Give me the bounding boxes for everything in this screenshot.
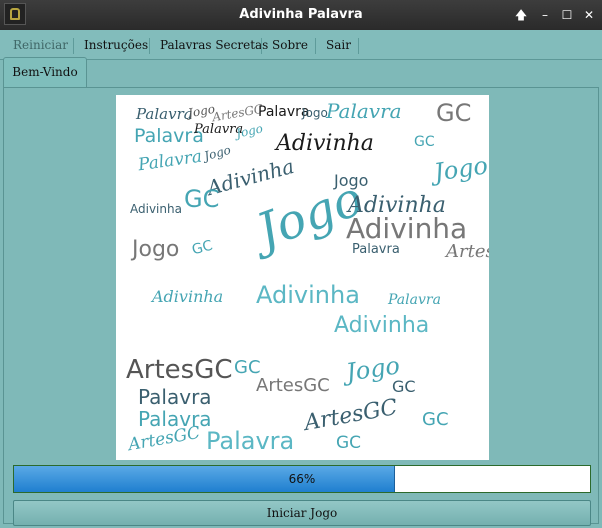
menu-reiniciar[interactable]: Reiniciar <box>13 38 68 52</box>
progress-label: 66% <box>288 472 316 486</box>
close-button[interactable]: ✕ <box>580 6 598 24</box>
word-cloud-word: ArtesGC <box>211 101 265 125</box>
progress-bar: 66% <box>13 465 591 493</box>
word-cloud-image: Palavra Jogo ArtesGC Palavra Jogo Palavra GC Pa… <box>116 95 489 460</box>
menu-separator <box>261 38 262 54</box>
word-cloud-word: GC <box>414 134 435 150</box>
menu-instrucoes[interactable]: Instruções <box>84 38 148 52</box>
word-cloud-word: Adivinha <box>130 202 182 216</box>
maximize-button[interactable]: ☐ <box>558 6 576 24</box>
word-cloud-word: GC <box>422 409 449 430</box>
word-cloud-word: Adivinha <box>334 313 430 338</box>
menu-separator <box>149 38 150 54</box>
word-cloud-word: Jogo <box>302 106 328 120</box>
word-cloud-word: Jogo <box>432 151 489 187</box>
word-cloud-word: GC <box>190 237 215 259</box>
title-bar: Adivinha Palavra 🡅 – ☐ ✕ <box>0 0 602 30</box>
word-cloud-word: Palavra <box>388 292 441 308</box>
word-cloud-word: ArtesGC <box>446 241 489 262</box>
tab-bar: Bem-Vindo <box>0 57 602 88</box>
word-cloud-word: Jogo <box>202 142 233 164</box>
word-cloud-word: ArtesGC <box>126 355 233 385</box>
menu-separator <box>315 38 316 54</box>
menu-separator <box>358 38 359 54</box>
word-cloud-word: Palavra <box>138 385 212 409</box>
word-cloud-word: GC <box>436 99 472 127</box>
start-game-button[interactable]: Iniciar Jogo <box>13 500 591 526</box>
word-cloud-word: Adivinha <box>152 287 224 306</box>
word-cloud-word: Adivinha <box>346 212 468 245</box>
word-cloud-word: Adivinha <box>276 131 374 156</box>
word-cloud-word: ArtesGC <box>256 375 330 396</box>
word-cloud-word: Palavra <box>352 242 400 257</box>
tab-bem-vindo[interactable]: Bem-Vindo <box>3 57 87 88</box>
word-cloud-word: GC <box>392 377 416 396</box>
word-cloud-word: Adivinha <box>256 281 360 309</box>
word-cloud-word: Palavra <box>326 99 402 123</box>
menu-bar: Reiniciar Instruções Palavras Secretas S… <box>0 30 602 60</box>
word-cloud-word: GC <box>184 185 220 213</box>
keep-above-button[interactable]: 🡅 <box>512 6 530 24</box>
menu-palavras-secretas[interactable]: Palavras Secretas <box>160 38 268 52</box>
word-cloud-word: Jogo <box>132 237 180 262</box>
menu-sobre[interactable]: Sobre <box>272 38 308 52</box>
word-cloud-word: ArtesGC <box>302 395 400 436</box>
word-cloud-word: Palavra <box>206 427 295 455</box>
word-cloud-word: Jogo <box>234 121 265 141</box>
minimize-button[interactable]: – <box>536 6 554 24</box>
word-cloud-word: Palavra <box>136 105 193 123</box>
menu-sair[interactable]: Sair <box>326 38 351 52</box>
word-cloud-word: Palavra <box>136 146 204 176</box>
menu-separator <box>73 38 74 54</box>
word-cloud-word: GC <box>336 433 362 453</box>
